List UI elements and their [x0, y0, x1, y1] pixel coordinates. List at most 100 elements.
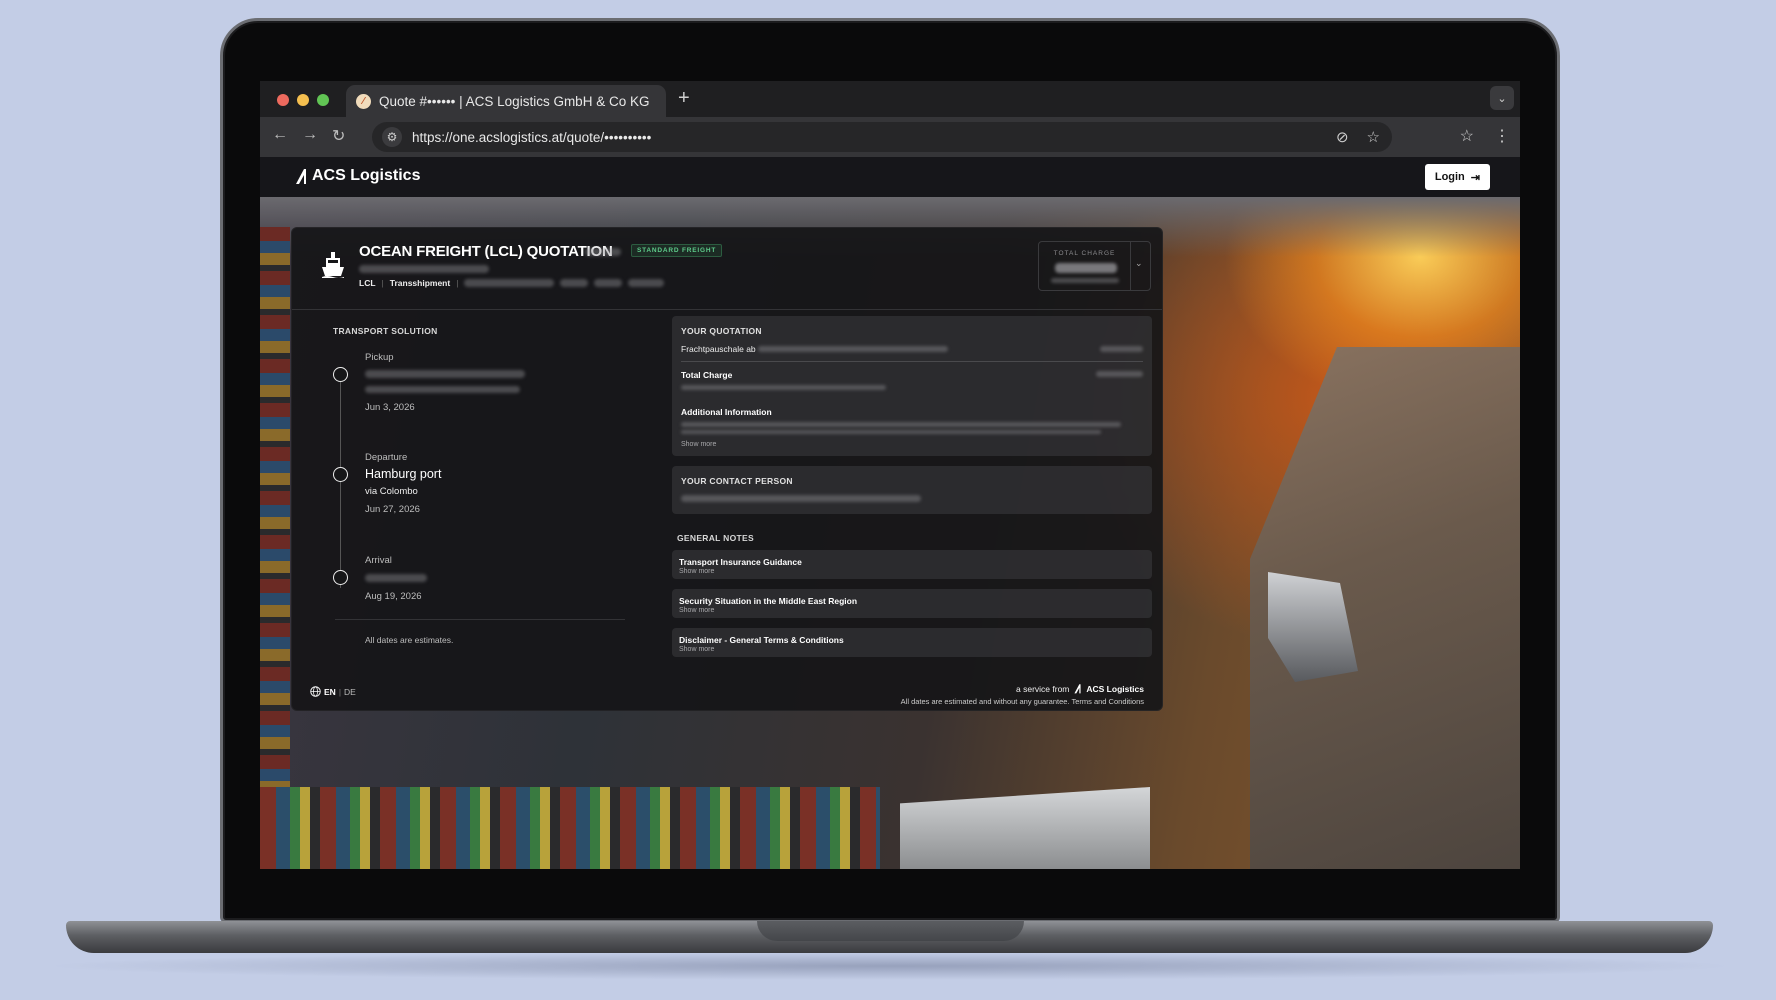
minimize-window-button[interactable] [297, 94, 309, 106]
redacted-contact-details [681, 495, 921, 502]
login-button[interactable]: Login ⇥ [1424, 164, 1490, 190]
departure-via: via Colombo [365, 486, 418, 497]
forward-arrow-icon[interactable]: → [302, 126, 318, 144]
login-arrow-icon: ⇥ [1470, 171, 1480, 184]
web-page: ACS Logistics Login ⇥ OCEAN FREIGHT (LCL… [260, 157, 1520, 869]
redacted-customer-name [359, 265, 489, 273]
arrival-date: Aug 19, 2026 [365, 591, 422, 602]
note-transport-insurance[interactable]: Transport Insurance Guidance Show more [672, 550, 1152, 579]
transport-solution-label: TRANSPORT SOLUTION [333, 326, 438, 336]
redacted-pickup-address-line [365, 386, 520, 393]
redacted-additional-info [681, 430, 1101, 434]
quotation-title: OCEAN FREIGHT (LCL) QUOTATION [359, 243, 613, 260]
arrival-label: Arrival [365, 555, 392, 566]
language-switcher[interactable]: EN | DE [310, 686, 356, 697]
total-divider [1130, 242, 1131, 290]
redacted-pickup-address [365, 370, 525, 378]
more-menu-icon[interactable]: ⋮ [1494, 126, 1510, 146]
show-more-link[interactable]: Show more [681, 441, 716, 448]
redacted-total-note [681, 385, 886, 390]
browser-tab[interactable]: ⁄ Quote #•••••• | ACS Logistics GmbH & C… [346, 85, 666, 117]
redacted-meta [594, 279, 623, 287]
note-disclaimer[interactable]: Disclaimer - General Terms & Conditions … [672, 628, 1152, 657]
estimates-note: All dates are estimates. [365, 635, 454, 645]
meta-separator: | [456, 278, 459, 288]
redacted-meta [628, 279, 665, 287]
freight-line-item: Frachtpauschale ab [681, 344, 756, 354]
show-more-link[interactable]: Show more [679, 568, 714, 575]
acs-logo-icon [296, 169, 306, 184]
meta-routing: Transshipment [389, 278, 451, 288]
your-quotation-label: YOUR QUOTATION [681, 326, 762, 336]
contact-person-label: YOUR CONTACT PERSON [681, 476, 793, 486]
departure-port: Hamburg port [365, 467, 442, 481]
globe-icon [310, 686, 321, 697]
departure-node-icon [333, 467, 348, 482]
container-stacks-image [260, 227, 290, 847]
acs-logo-small-icon [1074, 684, 1081, 694]
lang-separator: | [338, 686, 342, 697]
url-text[interactable]: https://one.acslogistics.at/quote/••••••… [412, 130, 651, 145]
note-security-situation[interactable]: Security Situation in the Middle East Re… [672, 589, 1152, 618]
pickup-node-icon [333, 367, 348, 382]
note-title: Transport Insurance Guidance [679, 557, 802, 567]
your-quotation-panel: YOUR QUOTATION Frachtpauschale ab Total … [672, 316, 1152, 456]
back-arrow-icon[interactable]: ← [272, 126, 288, 144]
extensions-star-icon[interactable]: ☆ [1460, 126, 1474, 146]
laptop-shadow [40, 952, 1740, 980]
address-bar[interactable]: ⚙ https://one.acslogistics.at/quote/••••… [372, 122, 1392, 152]
general-notes-label: GENERAL NOTES [677, 533, 754, 543]
acs-logo[interactable]: ACS Logistics [294, 167, 420, 185]
redacted-line-item-price [1100, 346, 1143, 352]
total-charge-box[interactable]: TOTAL CHARGE ⌄ [1038, 241, 1151, 291]
departure-label: Departure [365, 452, 408, 463]
service-brand[interactable]: ACS Logistics [1086, 684, 1144, 694]
lang-en-option[interactable]: EN [324, 687, 336, 697]
quotation-header: OCEAN FREIGHT (LCL) QUOTATION STANDARD F… [292, 228, 1162, 310]
redacted-arrival-port [365, 574, 427, 582]
service-from: a service from ACS Logistics [1016, 683, 1144, 694]
bookmark-star-icon[interactable]: ☆ [1367, 128, 1380, 146]
chevron-down-icon[interactable]: ⌄ [1135, 258, 1143, 269]
left-divider [335, 619, 625, 620]
reload-icon[interactable]: ↻ [332, 126, 345, 146]
redacted-quote-id [585, 248, 621, 256]
ship-icon [322, 252, 344, 278]
close-window-button[interactable] [277, 94, 289, 106]
tab-search-chevron-icon[interactable]: ⌄ [1490, 86, 1514, 110]
pickup-label: Pickup [365, 352, 394, 363]
quotation-card: OCEAN FREIGHT (LCL) QUOTATION STANDARD F… [291, 227, 1163, 711]
quotation-divider [681, 361, 1143, 362]
site-settings-icon[interactable]: ⚙ [382, 127, 402, 147]
logo-text: ACS Logistics [312, 167, 421, 184]
pickup-date: Jun 3, 2026 [365, 402, 415, 413]
arrival-node-icon [333, 570, 348, 585]
timeline-line [340, 378, 341, 588]
lang-de-option[interactable]: DE [344, 687, 356, 697]
maximize-window-button[interactable] [317, 94, 329, 106]
note-title: Security Situation in the Middle East Re… [679, 596, 858, 606]
redacted-total-charge [1096, 371, 1143, 377]
meta-mode: LCL [359, 278, 376, 288]
meta-separator: | [381, 278, 384, 288]
login-label: Login [1434, 171, 1465, 183]
container-yard-image [260, 787, 880, 869]
cargo-ship-image [900, 787, 1150, 869]
show-more-link[interactable]: Show more [679, 646, 714, 653]
site-header: ACS Logistics Login ⇥ [260, 157, 1520, 197]
redacted-total-sub [1051, 278, 1119, 283]
show-more-link[interactable]: Show more [679, 607, 714, 614]
note-title: Disclaimer - General Terms & Conditions [679, 635, 844, 645]
departure-date: Jun 27, 2026 [365, 504, 420, 515]
redacted-total-amount [1055, 263, 1117, 273]
redacted-line-item-detail [758, 346, 948, 352]
redacted-additional-info [681, 422, 1121, 427]
redacted-meta [560, 279, 589, 287]
quotation-meta: LCL | Transshipment | [359, 278, 665, 288]
redacted-meta [464, 279, 555, 287]
eye-off-icon[interactable]: ⊘ [1336, 128, 1349, 146]
hero-background: OCEAN FREIGHT (LCL) QUOTATION STANDARD F… [260, 197, 1520, 869]
new-tab-button[interactable]: + [678, 87, 690, 110]
browser-toolbar: ← → ↻ ⚙ https://one.acslogistics.at/quot… [260, 117, 1520, 157]
standard-freight-badge: STANDARD FREIGHT [631, 244, 723, 257]
